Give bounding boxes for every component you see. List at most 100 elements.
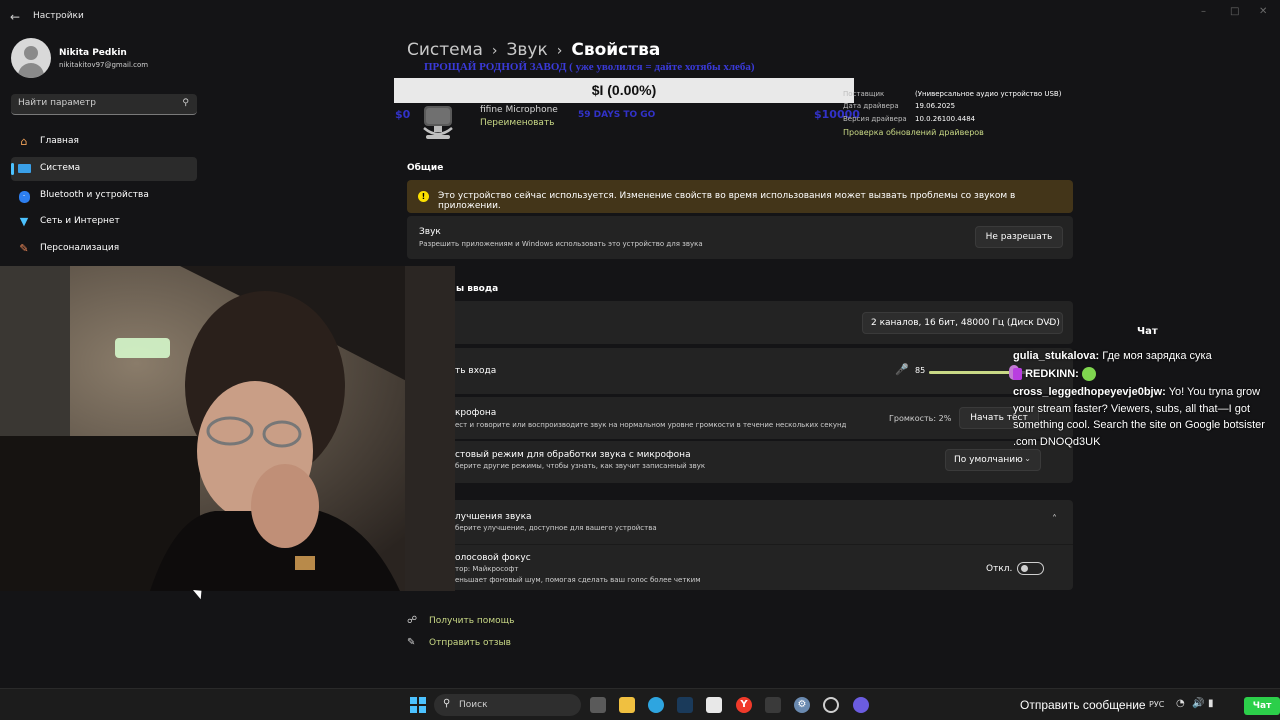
store-icon[interactable] xyxy=(706,697,722,713)
provider-label-text: Поставщик xyxy=(843,90,885,98)
divider xyxy=(407,544,1073,545)
get-help-link[interactable]: Получить помощь xyxy=(429,616,514,626)
microphone-device-icon xyxy=(423,106,453,139)
mode-subtitle: берите другие режимы, чтобы узнать, как … xyxy=(455,462,706,470)
game-icon[interactable] xyxy=(765,697,781,713)
driver-date-label: Дата драйвера xyxy=(843,102,899,110)
sidebar-item-label: Система xyxy=(40,163,81,173)
chat-username[interactable]: cross_leggedhopeyevje0bjw: xyxy=(1013,386,1166,398)
chevron-up-icon[interactable]: ˄ xyxy=(1052,514,1057,525)
chevron-down-icon: ⌄ xyxy=(1024,454,1031,463)
input-volume-value: 85 xyxy=(915,366,926,375)
section-input-title: ы ввода xyxy=(456,284,499,294)
wifi-icon[interactable]: ◔ xyxy=(1176,698,1185,709)
sidebar-item-bluetooth[interactable]: ᛫ Bluetooth и устройства xyxy=(11,184,197,208)
search-input[interactable] xyxy=(18,98,178,108)
provider-value: (Универсальное аудио устройство USB) xyxy=(915,90,1062,98)
taskbar-search-label: Поиск xyxy=(459,700,488,710)
format-dropdown[interactable]: 2 каналов, 16 бит, 48000 Гц (Диск DVD) ⌄ xyxy=(862,312,1063,334)
mode-value: По умолчанию xyxy=(954,455,1023,465)
search-box[interactable]: ⚲ xyxy=(11,94,197,115)
chat-username[interactable]: REDKINN: xyxy=(1025,368,1079,380)
task-view-icon[interactable] xyxy=(590,697,606,713)
chevron-down-icon: ⌄ xyxy=(1046,317,1053,326)
app-icon[interactable] xyxy=(853,697,869,713)
device-name: fifine Microphone xyxy=(480,105,558,115)
enhancements-title: лучшения звука xyxy=(455,512,532,522)
page-title: Свойства xyxy=(571,40,661,60)
rename-link[interactable]: Переименовать xyxy=(480,118,555,128)
app-title: Настройки xyxy=(33,11,84,21)
provider-label: Поставщик xyxy=(843,90,884,98)
voice-focus-toggle[interactable] xyxy=(1017,562,1044,575)
taskbar-search[interactable]: ⚲ Поиск xyxy=(434,694,581,716)
badge-icon xyxy=(1013,368,1022,381)
input-volume-label: ть входа xyxy=(455,366,497,376)
donation-goal-title: ПРОЩАЙ РОДНОЙ ЗАВОД ( уже уволился = дай… xyxy=(424,61,755,73)
microphone-icon[interactable]: 🎤 xyxy=(895,363,909,376)
battery-icon[interactable]: ▮ xyxy=(1208,698,1214,709)
edge-icon[interactable] xyxy=(648,697,664,713)
search-icon[interactable]: ⚲ xyxy=(182,98,189,108)
sound-title: Звук xyxy=(419,227,441,237)
settings-icon[interactable]: ⚙ xyxy=(794,697,810,713)
user-email: nikitakitov97@gmail.com xyxy=(59,61,149,69)
close-icon[interactable]: ✕ xyxy=(1259,6,1267,17)
voice-focus-author: тор: Майкрософт xyxy=(455,565,519,573)
driver-version-label: Версия драйвера xyxy=(843,115,907,123)
sidebar-item-label: Bluetooth и устройства xyxy=(40,190,149,200)
enhancements-subtitle: берите улучшение, доступное для вашего у… xyxy=(455,524,657,532)
disallow-button[interactable]: Не разрешать xyxy=(975,226,1063,248)
sidebar-item-personalization[interactable]: ✎ Персонализация xyxy=(11,237,197,261)
breadcrumb-system[interactable]: Система xyxy=(407,40,483,60)
bluetooth-icon: ᛫ xyxy=(17,189,31,203)
language-indicator[interactable]: РУС xyxy=(1149,700,1164,709)
mode-dropdown[interactable]: По умолчанию ⌄ xyxy=(945,449,1041,471)
driver-version-value: 10.0.26100.4484 xyxy=(915,115,976,123)
sidebar-item-home[interactable]: ⌂ Главная xyxy=(11,130,197,154)
help-icon: ☍ xyxy=(407,615,418,626)
settings-window: ← Настройки – □ ✕ Nikita Pedkin nikitaki… xyxy=(0,0,1280,720)
chat-send-button[interactable]: Чат xyxy=(1244,697,1280,715)
maximize-icon[interactable]: □ xyxy=(1230,6,1239,17)
breadcrumb-sound[interactable]: Звук xyxy=(506,40,547,60)
mic-test-title: крофона xyxy=(455,408,497,418)
warning-text: Это устройство сейчас используется. Изме… xyxy=(438,191,1016,211)
home-icon: ⌂ xyxy=(20,135,28,148)
chat-message: gulia_stukalova: Где моя зарядка сука xyxy=(1013,348,1280,365)
driver-update-link[interactable]: Проверка обновлений драйверов xyxy=(843,128,984,137)
mode-title: стовый режим для обработки звука с микро… xyxy=(455,450,691,460)
donation-goal-min: $0 xyxy=(395,108,411,121)
send-feedback-link[interactable]: Отправить отзыв xyxy=(429,638,511,648)
system-icon xyxy=(17,162,31,176)
speaker-icon[interactable]: 🔊 xyxy=(1192,698,1204,709)
avatar[interactable] xyxy=(11,38,51,78)
mic-test-card: крофона ест и говорите или воспроизводит… xyxy=(407,397,1073,439)
feedback-icon: ✎ xyxy=(407,637,416,648)
chat-send-input[interactable]: Отправить сообщение xyxy=(1020,698,1146,712)
chevron-right-icon: › xyxy=(491,43,498,59)
sidebar-item-label: Сеть и Интернет xyxy=(40,216,120,226)
sidebar-item-network[interactable]: ▼ Сеть и Интернет xyxy=(11,210,197,234)
sound-subtitle: Разрешить приложениям и Windows использо… xyxy=(419,240,703,248)
mic-test-level: Громкость: 2% xyxy=(889,414,952,423)
file-explorer-icon[interactable] xyxy=(619,697,635,713)
mode-card: стовый режим для обработки звука с микро… xyxy=(407,441,1073,483)
yandex-browser-icon[interactable]: Y xyxy=(736,697,752,713)
format-card: 2 каналов, 16 бит, 48000 Гц (Диск DVD) ⌄ xyxy=(407,301,1073,344)
minimize-icon[interactable]: – xyxy=(1201,6,1206,17)
voice-focus-title: олосовой фокус xyxy=(455,553,531,563)
sound-permission-card: Звук Разрешить приложениям и Windows исп… xyxy=(407,216,1073,259)
warning-bar: ! Это устройство сейчас используется. Из… xyxy=(407,180,1073,213)
sidebar-item-system[interactable]: Система xyxy=(11,157,197,181)
back-arrow-icon[interactable]: ← xyxy=(10,10,20,24)
chat-username[interactable]: gulia_stukalova: xyxy=(1013,350,1099,362)
obs-icon[interactable] xyxy=(823,697,839,713)
donation-goal-bar: $I (0.00%) xyxy=(394,78,854,103)
active-indicator xyxy=(11,163,14,175)
steam-icon[interactable] xyxy=(677,697,693,713)
chat-header: Чат xyxy=(1137,326,1158,337)
chat-message: cross_leggedhopeyevje0bjw: Yo! You tryna… xyxy=(1013,384,1280,450)
windows-start-icon[interactable] xyxy=(410,697,426,713)
sidebar-item-label: Персонализация xyxy=(40,243,120,253)
